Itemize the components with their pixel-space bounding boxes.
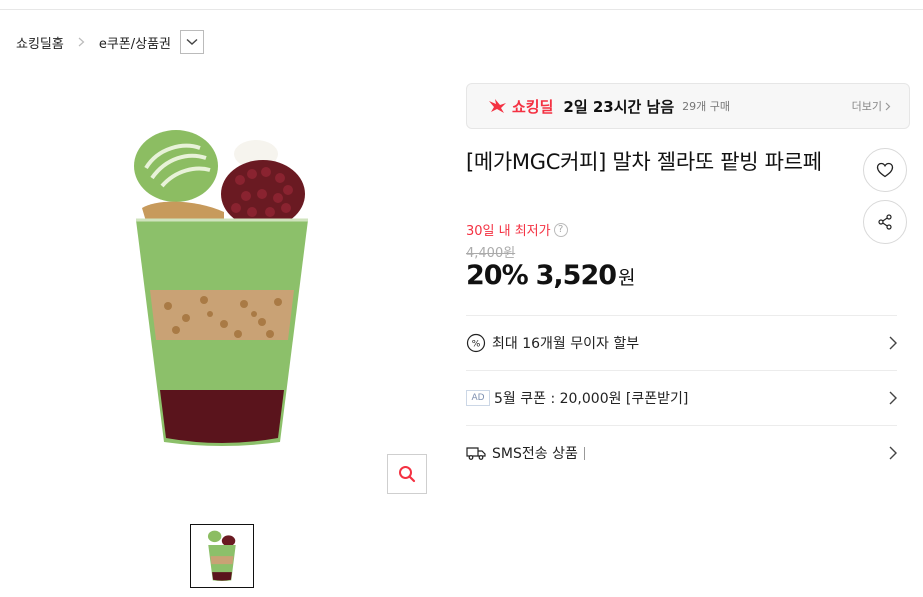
image-zoom-button[interactable]: [387, 454, 427, 494]
breadcrumb-home-link[interactable]: 쇼킹딜홈: [16, 33, 64, 52]
installment-text: 최대 16개월 무이자 할부: [492, 336, 640, 352]
sale-price: 3,520: [535, 260, 617, 291]
breadcrumb: 쇼킹딜홈 e쿠폰/상품권: [16, 29, 205, 55]
help-icon[interactable]: ?: [553, 222, 568, 237]
deal-more-label: 더보기: [851, 100, 882, 113]
shocking-deal-icon: [489, 99, 506, 113]
ad-badge: AD: [466, 390, 490, 406]
lowest-price-label: 30일 내 최저가 ?: [466, 220, 568, 239]
deal-time-left: 2일 23시간 남음: [563, 97, 675, 116]
wishlist-button[interactable]: [863, 148, 907, 192]
product-thumbnail[interactable]: [190, 524, 254, 588]
breadcrumb-category-link[interactable]: e쿠폰/상품권: [99, 33, 171, 52]
deal-purchase-count: 29개 구매: [682, 100, 731, 113]
lowest-price-text: 30일 내 최저가: [466, 224, 551, 239]
coupon-row[interactable]: AD 5월 쿠폰 : 20,000원 [쿠폰받기]: [466, 370, 897, 425]
discount-rate: 20%: [466, 260, 529, 291]
chevron-down-icon: [186, 38, 198, 45]
heart-icon: [876, 162, 894, 178]
chevron-right-icon: [889, 335, 897, 354]
search-icon: [399, 466, 416, 483]
svg-text:%: %: [472, 340, 481, 350]
share-icon: [878, 214, 892, 230]
chevron-right-icon: [78, 37, 85, 47]
coupon-text: 5월 쿠폰 : 20,000원 [쿠폰받기]: [494, 391, 689, 407]
product-title: [메가MGC커피] 말차 젤라또 팥빙 파르페: [466, 150, 822, 174]
price-row: 20% 3,520 원: [466, 260, 636, 291]
category-dropdown-button[interactable]: [180, 30, 205, 54]
percent-icon: %: [466, 333, 486, 353]
deal-brand: 쇼킹딜: [512, 97, 554, 116]
share-button[interactable]: [863, 200, 907, 244]
chevron-right-icon: [885, 102, 891, 110]
sms-delivery-text: SMS전송 상품: [492, 446, 578, 462]
sms-delivery-row[interactable]: SMS전송 상품: [466, 425, 897, 480]
deal-more-link[interactable]: 더보기: [852, 98, 891, 114]
chevron-right-icon: [889, 445, 897, 464]
truck-icon: [466, 445, 486, 461]
currency-unit: 원: [618, 267, 636, 289]
shocking-deal-banner: 쇼킹딜 2일 23시간 남음 29개 구매 더보기: [466, 83, 910, 129]
shocking-deal-logo: 쇼킹딜: [487, 96, 553, 117]
header-divider: [0, 9, 923, 10]
chevron-right-icon: [889, 390, 897, 409]
installment-row[interactable]: % 최대 16개월 무이자 할부: [466, 315, 897, 370]
product-image[interactable]: [128, 128, 316, 450]
original-price: 4,400원: [466, 246, 516, 261]
text-divider: [583, 446, 585, 460]
